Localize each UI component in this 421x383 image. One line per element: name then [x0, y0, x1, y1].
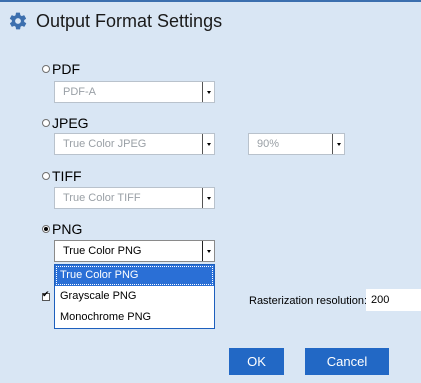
radio-tiff[interactable]: TIFF: [42, 168, 82, 184]
jpeg-quality-select[interactable]: 90%: [248, 133, 345, 155]
radio-label-jpeg: JPEG: [52, 115, 89, 131]
dropdown-option[interactable]: True Color PNG: [55, 265, 214, 286]
radio-pdf[interactable]: PDF: [42, 61, 80, 77]
png-type-dropdown-list[interactable]: True Color PNG Grayscale PNG Monochrome …: [54, 264, 215, 329]
jpeg-type-value: True Color JPEG: [63, 138, 147, 150]
radio-button-tiff[interactable]: [42, 172, 50, 180]
tiff-type-select[interactable]: True Color TIFF: [54, 187, 215, 209]
jpeg-quality-value: 90%: [257, 138, 280, 150]
cancel-button[interactable]: Cancel: [305, 348, 389, 375]
dropdown-option[interactable]: Grayscale PNG: [55, 286, 214, 307]
radio-button-jpeg[interactable]: [42, 119, 50, 127]
ok-button[interactable]: OK: [229, 348, 284, 375]
checkmark-icon: ✔: [42, 289, 50, 299]
chevron-down-icon[interactable]: [202, 188, 214, 208]
png-type-select[interactable]: True Color PNG: [54, 240, 215, 262]
gear-icon: [9, 12, 27, 30]
window-top-border: [0, 0, 421, 2]
dropdown-option[interactable]: Monochrome PNG: [55, 307, 214, 328]
rasterization-resolution-input[interactable]: 200: [366, 289, 421, 311]
png-type-value: True Color PNG: [63, 245, 142, 257]
chevron-down-icon[interactable]: [332, 134, 344, 154]
radio-jpeg[interactable]: JPEG: [42, 115, 89, 131]
radio-label-tiff: TIFF: [52, 168, 82, 184]
dialog-title: Output Format Settings: [36, 10, 223, 31]
radio-png[interactable]: PNG: [42, 221, 82, 237]
tiff-type-value: True Color TIFF: [63, 192, 141, 204]
radio-label-png: PNG: [52, 221, 83, 237]
rasterization-label: Rasterization resolution:: [249, 295, 368, 307]
chevron-down-icon[interactable]: [202, 82, 214, 102]
pdf-type-value: PDF-A: [63, 86, 96, 98]
pdf-type-select[interactable]: PDF-A: [54, 81, 215, 103]
dialog-header: Output Format Settings: [8, 9, 222, 33]
chevron-down-icon[interactable]: [202, 241, 214, 261]
radio-label-pdf: PDF: [52, 61, 80, 77]
chevron-down-icon[interactable]: [202, 134, 214, 154]
radio-button-pdf[interactable]: [42, 65, 50, 73]
jpeg-type-select[interactable]: True Color JPEG: [54, 133, 215, 155]
radio-button-png[interactable]: [42, 225, 50, 233]
rasterization-checkbox[interactable]: ✔: [42, 289, 50, 301]
